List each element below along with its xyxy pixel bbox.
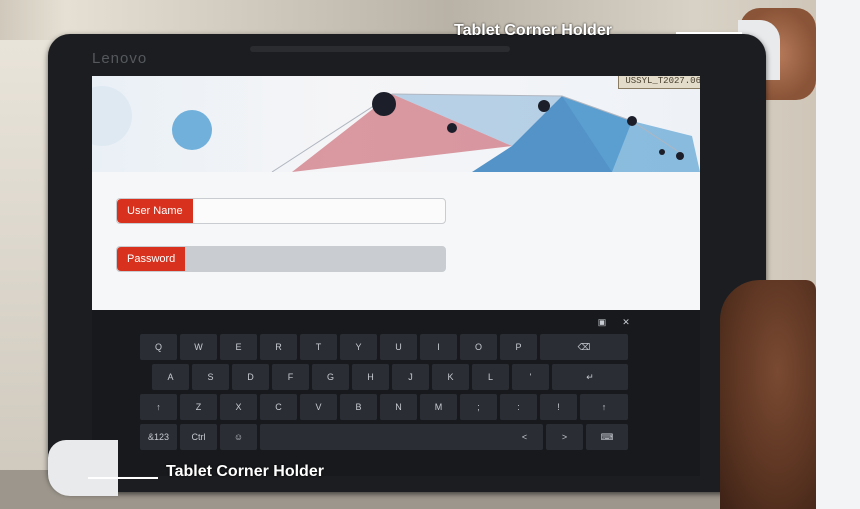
key-s[interactable]: S xyxy=(192,364,229,390)
key-z[interactable]: Z xyxy=(180,394,217,420)
key-colon[interactable]: : xyxy=(500,394,537,420)
key-d[interactable]: D xyxy=(232,364,269,390)
on-screen-keyboard: ▣ ✕ Q W E R T Y U I O P ⌫ A S D F G H J … xyxy=(92,310,700,476)
password-label: Password xyxy=(117,247,186,271)
annotation-bottom-left: Tablet Corner Holder xyxy=(166,463,324,480)
key-g[interactable]: G xyxy=(312,364,349,390)
key-p[interactable]: P xyxy=(500,334,537,360)
key-x[interactable]: X xyxy=(220,394,257,420)
key-semicolon[interactable]: ; xyxy=(460,394,497,420)
annotation-line-top-right xyxy=(676,32,742,34)
annotation-line-bottom-left xyxy=(88,477,158,479)
key-c[interactable]: C xyxy=(260,394,297,420)
username-field[interactable]: User Name xyxy=(116,198,446,224)
key-exclamation[interactable]: ! xyxy=(540,394,577,420)
right-margin xyxy=(816,0,860,509)
key-apostrophe[interactable]: ' xyxy=(512,364,549,390)
key-r[interactable]: R xyxy=(260,334,297,360)
key-y[interactable]: Y xyxy=(340,334,377,360)
username-label: User Name xyxy=(117,199,193,223)
photo-background: Lenovo USSYL_T2027.06 User Name Password… xyxy=(0,0,816,509)
keyboard-close-icon[interactable]: ✕ xyxy=(616,314,636,330)
key-t[interactable]: T xyxy=(300,334,337,360)
login-area: USSYL_T2027.06 User Name Password xyxy=(92,76,700,310)
key-emoji[interactable]: ☺ xyxy=(220,424,257,450)
hand-bottom-right xyxy=(720,280,816,509)
annotation-top-right: Tablet Corner Holder xyxy=(454,22,612,39)
key-w[interactable]: W xyxy=(180,334,217,360)
key-arrow-right[interactable]: > xyxy=(546,424,583,450)
camera-bar xyxy=(250,46,510,52)
key-space[interactable] xyxy=(260,424,528,450)
key-j[interactable]: J xyxy=(392,364,429,390)
key-h[interactable]: H xyxy=(352,364,389,390)
key-e[interactable]: E xyxy=(220,334,257,360)
key-arrow-left[interactable]: < xyxy=(506,424,543,450)
version-tag: USSYL_T2027.06 xyxy=(618,76,700,89)
key-u[interactable]: U xyxy=(380,334,417,360)
key-i[interactable]: I xyxy=(420,334,457,360)
corner-holder-bottom-left xyxy=(48,440,118,496)
key-k[interactable]: K xyxy=(432,364,469,390)
key-shift-left[interactable]: ↑ xyxy=(140,394,177,420)
header-banner: USSYL_T2027.06 xyxy=(92,76,700,172)
key-backspace[interactable]: ⌫ xyxy=(540,334,628,360)
key-q[interactable]: Q xyxy=(140,334,177,360)
key-f[interactable]: F xyxy=(272,364,309,390)
key-ctrl[interactable]: Ctrl xyxy=(180,424,217,450)
banner-graphic xyxy=(92,86,700,172)
key-n[interactable]: N xyxy=(380,394,417,420)
keyboard-dock-icon[interactable]: ▣ xyxy=(592,314,612,330)
key-o[interactable]: O xyxy=(460,334,497,360)
key-v[interactable]: V xyxy=(300,394,337,420)
tablet-screen: USSYL_T2027.06 User Name Password ▣ ✕ Q … xyxy=(92,76,700,476)
key-a[interactable]: A xyxy=(152,364,189,390)
key-shift-right[interactable]: ↑ xyxy=(580,394,628,420)
key-symbols[interactable]: &123 xyxy=(140,424,177,450)
key-b[interactable]: B xyxy=(340,394,377,420)
key-m[interactable]: M xyxy=(420,394,457,420)
brand-logo: Lenovo xyxy=(92,50,148,67)
key-l[interactable]: L xyxy=(472,364,509,390)
key-keyboard-layout[interactable]: ⌨ xyxy=(586,424,628,450)
key-enter[interactable]: ↵ xyxy=(552,364,628,390)
password-field[interactable]: Password xyxy=(116,246,446,272)
